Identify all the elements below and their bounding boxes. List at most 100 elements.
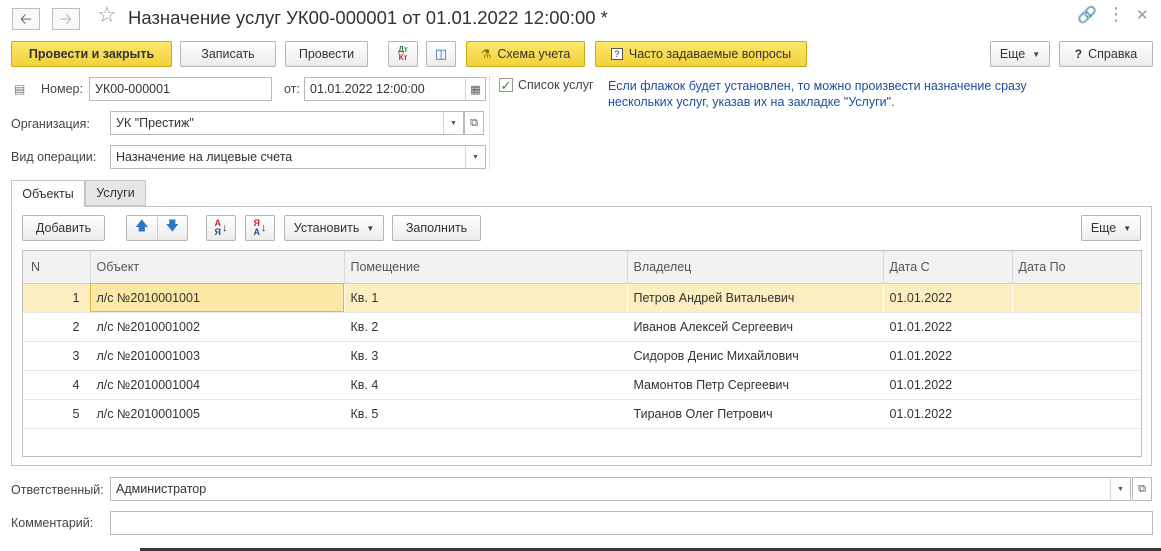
separator xyxy=(489,76,490,170)
cell-n: 5 xyxy=(23,399,90,429)
table-row[interactable]: 2 л/с №2010001002 Кв. 2 Иванов Алексей С… xyxy=(23,312,1141,342)
cell-date-to[interactable] xyxy=(1012,312,1141,342)
sort-asc-button[interactable]: А Я ↓ xyxy=(206,215,236,241)
table-row[interactable]: 3 л/с №2010001003 Кв. 3 Сидоров Денис Ми… xyxy=(23,341,1141,371)
services-list-label: Список услуг xyxy=(518,78,594,92)
cell-owner[interactable]: Сидоров Денис Михайлович xyxy=(627,341,883,371)
save-button[interactable]: Записать xyxy=(180,41,276,67)
set-button[interactable]: Установить ▼ xyxy=(284,215,384,241)
column-header-date-from[interactable]: Дата С xyxy=(883,251,1013,284)
sort-asc-icon: АЯ xyxy=(214,218,222,237)
arrow-right-icon: 🡢 xyxy=(59,10,73,28)
cell-room[interactable]: Кв. 3 xyxy=(344,341,627,371)
tab-services[interactable]: Услуги xyxy=(85,180,146,206)
forward-button[interactable]: 🡢 xyxy=(52,8,80,30)
table-row[interactable]: 5 л/с №2010001005 Кв. 5 Тиранов Олег Пет… xyxy=(23,399,1141,429)
fill-button[interactable]: Заполнить xyxy=(392,215,481,241)
link-icon[interactable]: 🔗 xyxy=(1077,8,1097,24)
back-button[interactable]: 🡠 xyxy=(12,8,40,30)
account-scheme-button[interactable]: ⚗ Схема учета xyxy=(466,41,585,67)
sort-desc-icon: ЯА xyxy=(253,218,261,237)
open-responsible-button[interactable]: ⧉ xyxy=(1132,477,1152,501)
open-organization-button[interactable]: ⧉ xyxy=(464,111,484,135)
number-field[interactable]: УК00-000001 xyxy=(89,77,272,101)
date-field[interactable]: 01.01.2022 12:00:00 ▦ xyxy=(304,77,486,101)
close-icon[interactable]: ✕ xyxy=(1136,8,1149,23)
dtkt-button[interactable]: Дт Кт xyxy=(388,41,418,67)
move-up-icon[interactable]: 🡅 xyxy=(127,217,158,239)
cell-date-to[interactable] xyxy=(1012,370,1141,400)
cell-owner[interactable]: Иванов Алексей Сергеевич xyxy=(627,312,883,342)
cell-room[interactable]: Кв. 1 xyxy=(344,283,627,313)
column-header-date-to[interactable]: Дата По xyxy=(1012,251,1141,284)
table-row[interactable]: 4 л/с №2010001004 Кв. 4 Мамонтов Петр Се… xyxy=(23,370,1141,400)
number-label: Номер: xyxy=(41,82,83,96)
services-hint: Если флажок будет установлен, то можно п… xyxy=(608,79,1027,109)
checkmark-icon: ✓ xyxy=(500,77,512,93)
objects-table[interactable]: N Объект Помещение Владелец Дата С Дата … xyxy=(22,250,1142,457)
caret-down-icon: ▼ xyxy=(1123,223,1132,233)
cell-date-from[interactable]: 01.01.2022 xyxy=(883,341,1012,371)
cell-date-from[interactable]: 01.01.2022 xyxy=(883,312,1012,342)
structure-icon: ◫ xyxy=(434,46,448,61)
operation-type-field[interactable]: Назначение на лицевые счета ▼ xyxy=(110,145,486,169)
post-and-close-button[interactable]: Провести и закрыть xyxy=(11,41,172,67)
faq-button[interactable]: ? Часто задаваемые вопросы xyxy=(595,41,807,67)
open-icon: ⧉ xyxy=(1138,482,1146,495)
organization-label: Организация: xyxy=(11,117,90,131)
organization-field[interactable]: УК "Престиж" ▼ xyxy=(110,111,464,135)
structure-button[interactable]: ◫ xyxy=(426,41,456,67)
tab-objects[interactable]: Объекты xyxy=(11,180,85,207)
help-button[interactable]: ? Справка xyxy=(1059,41,1153,67)
cell-date-from[interactable]: 01.01.2022 xyxy=(883,370,1012,400)
help-icon: ? xyxy=(1074,47,1083,61)
dropdown-icon[interactable]: ▼ xyxy=(1110,478,1130,500)
cell-n: 4 xyxy=(23,370,90,400)
cell-owner[interactable]: Тиранов Олег Петрович xyxy=(627,399,883,429)
cell-date-to[interactable] xyxy=(1012,341,1141,371)
column-header-object[interactable]: Объект xyxy=(90,251,345,284)
sort-desc-button[interactable]: Я А ↓ xyxy=(245,215,275,241)
calendar-icon[interactable]: ▦ xyxy=(465,78,485,100)
cell-room[interactable]: Кв. 5 xyxy=(344,399,627,429)
cell-n: 2 xyxy=(23,312,90,342)
cell-date-from[interactable]: 01.01.2022 xyxy=(883,399,1012,429)
column-header-n[interactable]: N xyxy=(23,251,91,284)
move-down-icon[interactable]: 🡇 xyxy=(158,217,188,239)
cell-owner[interactable]: Петров Андрей Витальевич xyxy=(627,283,883,313)
cell-object[interactable]: л/с №2010001001 xyxy=(90,283,344,313)
cell-room[interactable]: Кв. 4 xyxy=(344,370,627,400)
dropdown-icon[interactable]: ▼ xyxy=(465,146,485,168)
scheme-icon: ⚗ xyxy=(480,47,492,61)
cell-object[interactable]: л/с №2010001003 xyxy=(90,341,344,371)
dropdown-icon[interactable]: ▼ xyxy=(443,112,463,134)
cell-date-to[interactable] xyxy=(1012,283,1141,313)
table-header: N Объект Помещение Владелец Дата С Дата … xyxy=(23,251,1141,284)
cell-date-from[interactable]: 01.01.2022 xyxy=(883,283,1012,313)
cell-object[interactable]: л/с №2010001002 xyxy=(90,312,344,342)
column-header-owner[interactable]: Владелец xyxy=(627,251,884,284)
cell-date-to[interactable] xyxy=(1012,399,1141,429)
post-button[interactable]: Провести xyxy=(285,41,368,67)
services-list-checkbox[interactable]: ✓ xyxy=(499,78,513,92)
add-button[interactable]: Добавить xyxy=(22,215,105,241)
dtkt-icon: Дт Кт xyxy=(398,45,408,62)
cell-owner[interactable]: Мамонтов Петр Сергеевич xyxy=(627,370,883,400)
caret-down-icon: ▼ xyxy=(1032,49,1041,59)
more-button[interactable]: Еще ▼ xyxy=(990,41,1050,67)
cell-room[interactable]: Кв. 2 xyxy=(344,312,627,342)
comment-label: Комментарий: xyxy=(11,516,94,530)
table-row[interactable]: 1 л/с №2010001001 Кв. 1 Петров Андрей Ви… xyxy=(23,283,1141,313)
comment-field[interactable] xyxy=(110,511,1153,535)
operation-type-label: Вид операции: xyxy=(11,150,97,164)
responsible-field[interactable]: Администратор ▼ xyxy=(110,477,1131,501)
more-menu-icon[interactable]: ⋮ xyxy=(1107,5,1125,23)
favorite-star-icon[interactable]: ☆ xyxy=(97,4,117,26)
cell-object[interactable]: л/с №2010001005 xyxy=(90,399,344,429)
column-header-room[interactable]: Помещение xyxy=(344,251,628,284)
table-more-button[interactable]: Еще ▼ xyxy=(1081,215,1141,241)
open-icon: ⧉ xyxy=(470,116,478,129)
cell-object[interactable]: л/с №2010001004 xyxy=(90,370,344,400)
arrow-left-icon: 🡠 xyxy=(19,10,33,28)
move-buttons: 🡅 🡇 xyxy=(126,215,188,241)
